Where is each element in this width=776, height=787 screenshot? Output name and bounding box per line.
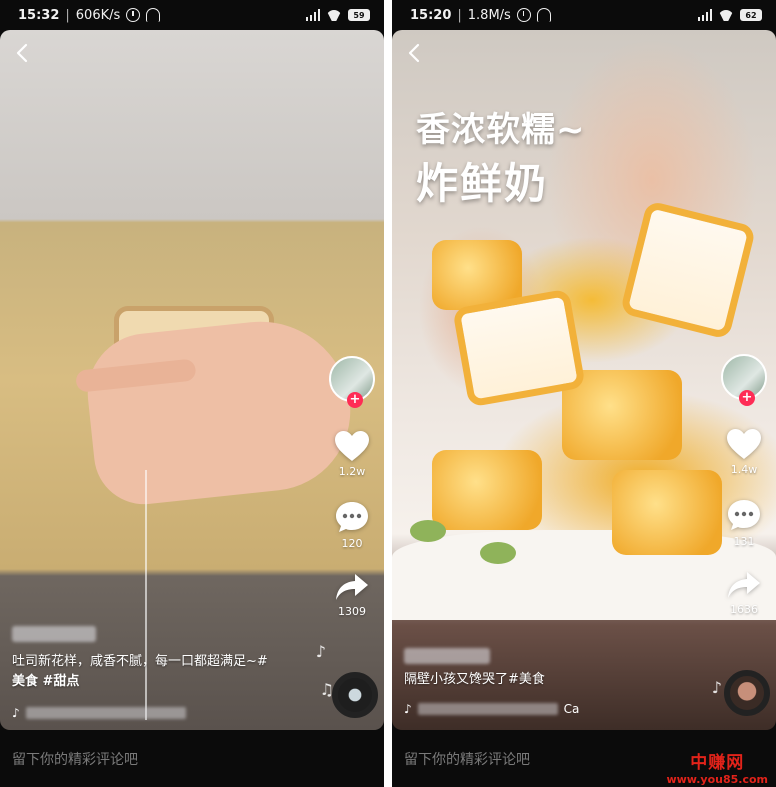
status-separator: | <box>65 7 70 23</box>
status-separator: | <box>457 7 462 23</box>
watermark-title: 中赚网 <box>690 753 745 773</box>
comment-input-bar[interactable]: 留下你的精彩评论吧 <box>0 730 384 787</box>
music-info[interactable]: ♪ Ca <box>404 702 579 716</box>
music-note-icon: ♪ <box>12 706 20 720</box>
follow-plus-icon[interactable]: + <box>347 392 363 408</box>
creator-avatar[interactable]: + <box>329 356 375 408</box>
video-frame-nugget <box>612 470 722 555</box>
like-button[interactable]: 1.4w <box>726 428 762 476</box>
back-button[interactable] <box>12 42 38 68</box>
share-count: 1636 <box>730 603 758 616</box>
share-icon <box>336 574 368 600</box>
site-watermark: 中赚网 www.you85.com <box>666 748 768 786</box>
video-player[interactable]: 香浓软糯~ 炸鲜奶 + 1.4w 131 1636 ♪ 隔壁小孩又馋哭了#美食 … <box>392 30 776 730</box>
action-sidebar: + 1.2w 120 1309 <box>328 356 376 618</box>
signal-icon <box>305 9 320 21</box>
share-button[interactable]: 1636 <box>726 570 762 616</box>
music-note-icon: ♪ <box>404 702 412 716</box>
phone-screen-right: 15:20 | 1.8M/s 62 香浓软糯~ 炸鲜奶 + 1.4w 131 1… <box>392 0 776 787</box>
like-count: 1.4w <box>730 463 758 476</box>
status-bar: 15:20 | 1.8M/s 62 <box>392 0 776 30</box>
username-blurred[interactable] <box>404 648 490 664</box>
follow-plus-icon[interactable]: + <box>739 390 755 406</box>
back-icon <box>16 43 28 63</box>
video-frame-hand <box>81 312 359 510</box>
music-info[interactable]: ♪ <box>12 706 186 720</box>
creator-avatar[interactable]: + <box>721 354 767 406</box>
like-button[interactable]: 1.2w <box>334 430 370 478</box>
wifi-icon <box>718 10 734 21</box>
video-frame-nugget-broken <box>619 200 757 340</box>
comment-button[interactable]: 120 <box>334 500 370 550</box>
music-disc[interactable] <box>724 670 770 716</box>
video-caption: 隔壁小孩又馋哭了#美食 <box>404 670 684 690</box>
username-blurred[interactable] <box>12 626 96 642</box>
battery-icon: 59 <box>348 9 370 21</box>
comment-placeholder: 留下你的精彩评论吧 <box>12 751 138 768</box>
phone-screen-left: 15:32 | 606K/s 59 + 1.2w 120 1309 ♪ ♫ 吐司… <box>0 0 384 787</box>
share-button[interactable]: 1309 <box>334 572 370 618</box>
music-title-blurred <box>417 703 558 715</box>
video-frame-basil <box>410 520 446 542</box>
status-network-speed: 1.8M/s <box>467 7 511 23</box>
heart-icon <box>335 431 369 461</box>
back-icon <box>408 43 420 63</box>
video-frame-basil <box>480 542 516 564</box>
battery-icon: 62 <box>740 9 762 21</box>
comment-icon <box>728 500 760 530</box>
music-disc[interactable] <box>332 672 378 718</box>
action-sidebar: + 1.4w 131 1636 <box>720 354 768 616</box>
music-note-icon: ♪ <box>315 642 326 661</box>
share-icon <box>728 572 760 598</box>
heart-icon <box>727 429 761 459</box>
video-frame-nugget <box>432 450 542 530</box>
status-time: 15:20 <box>410 7 452 23</box>
back-button[interactable] <box>404 42 430 68</box>
music-title-blurred <box>25 707 186 719</box>
status-time: 15:32 <box>18 7 60 23</box>
status-network-speed: 606K/s <box>75 7 121 23</box>
alarm-icon <box>516 8 531 22</box>
video-caption: 吐司新花样，咸香不腻，每一口都超满足~# 美食 #甜点 <box>12 652 312 692</box>
like-count: 1.2w <box>338 465 366 478</box>
video-overlay-title-line2: 炸鲜奶 <box>416 159 549 208</box>
headset-icon <box>146 8 161 22</box>
watermark-url: www.you85.com <box>666 773 768 786</box>
comment-placeholder: 留下你的精彩评论吧 <box>404 751 530 768</box>
alarm-icon <box>126 8 141 22</box>
caption-text[interactable]: 隔壁小孩又馋哭了#美食 <box>404 672 545 687</box>
video-overlay-title-line1: 香浓软糯~ <box>416 110 586 150</box>
caption-hashtags[interactable]: 美食 #甜点 <box>12 674 79 689</box>
comment-button[interactable]: 131 <box>726 498 762 548</box>
share-count: 1309 <box>338 605 366 618</box>
comment-count: 120 <box>341 537 363 550</box>
status-bar: 15:32 | 606K/s 59 <box>0 0 384 30</box>
comment-icon <box>336 502 368 532</box>
video-player[interactable]: + 1.2w 120 1309 ♪ ♫ 吐司新花样，咸香不腻，每一口都超满足~#… <box>0 30 384 730</box>
comment-count: 131 <box>733 535 755 548</box>
music-title-tail: Ca <box>563 702 580 716</box>
signal-icon <box>697 9 712 21</box>
wifi-icon <box>326 10 342 21</box>
headset-icon <box>536 8 551 22</box>
caption-line-1: 吐司新花样，咸香不腻，每一口都超满足~# <box>12 654 268 669</box>
video-frame-nugget-broken <box>452 288 586 408</box>
music-note-icon: ♪ <box>711 678 722 697</box>
